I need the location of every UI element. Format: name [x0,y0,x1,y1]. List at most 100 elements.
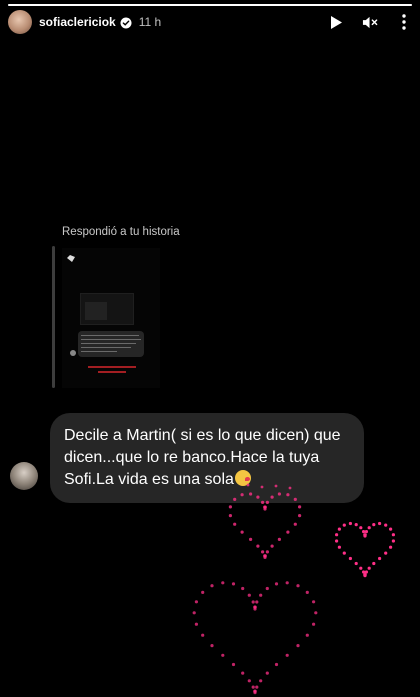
heart-dot [335,533,339,537]
story-controls [328,14,412,30]
verified-badge-icon [120,16,132,29]
heart-dot [221,581,225,585]
username[interactable]: sofiaclericiok [39,15,116,29]
heart-dot [274,662,279,667]
heart-dot [233,522,237,526]
heart-dot [359,526,363,530]
heart-dot [367,566,371,570]
heart-dot [335,539,339,543]
heart-dot [255,600,259,604]
heart-dot [194,622,198,626]
heart-dot [348,521,352,526]
heart-dot [372,523,376,527]
heart-dot [270,544,274,548]
sparkle-icon [66,250,76,262]
heart-dot [342,523,346,527]
heart-dot [249,492,253,496]
heart-dot [265,671,269,675]
heart-dot [314,611,318,615]
heart-dot [261,550,265,554]
heart-dot [192,611,196,615]
heart-dot [201,633,205,637]
reply-label: Respondió a tu historia [62,226,180,238]
heart-dot [247,593,251,597]
heart-dot [378,556,382,561]
heart-dot [251,600,255,604]
heart-dot [348,556,352,561]
heart-dot [256,495,260,499]
heart-dot [256,544,260,548]
thumb-caption-line [98,371,126,373]
message-text: Decile a Martin( si es lo que dicen) que… [64,427,341,488]
heart-dot [293,497,297,501]
heart-dot [265,500,269,504]
heart-dot [274,582,279,586]
heart-dot [253,605,257,609]
more-icon[interactable] [396,14,412,30]
heart-dot [389,545,393,549]
post-time: 11 h [138,15,162,29]
heart-dot [298,514,302,518]
heart-dot [312,622,316,626]
heart-dot [312,600,316,604]
heart-dot [305,633,309,637]
heart-dot [240,530,244,534]
heart-dot [286,493,290,497]
heart-dot [384,523,388,527]
heart-dot [201,590,205,594]
heart-dot [378,521,382,526]
heart-dot [342,551,346,555]
story-thumbnail[interactable] [62,248,160,388]
heart-dot [228,505,232,509]
story-progress-fill [8,4,412,6]
heart-dot [251,685,255,689]
thumb-screenshot [80,293,134,325]
heart-dot [246,483,250,487]
thumb-caption-line [88,366,136,368]
mute-icon[interactable] [362,14,378,30]
heart-dot [364,530,368,534]
reply-quote-bar [52,246,55,388]
heart-dot [288,486,292,490]
heart-dot [354,523,358,527]
story-header: sofiaclericiok 11 h [8,10,412,34]
heart-dot [259,593,263,597]
heart-dot [296,644,300,648]
heart-dot [362,570,366,574]
heart-dot [277,537,281,541]
heart-dot [337,545,341,549]
heart-dot [255,685,259,689]
hearts-decoration [192,483,395,695]
heart-dot [274,484,278,488]
heart-dot [286,530,290,534]
heart-dot [228,514,232,518]
heart-dot [285,653,289,657]
heart-dot [363,533,367,537]
heart-dot [253,689,257,693]
heart-dot [261,500,265,504]
heart-dot [221,653,225,657]
heart-dot [265,550,269,554]
heart-dot [362,530,366,534]
avatar[interactable] [8,10,32,34]
heart-dot [231,582,236,586]
heart-dot [367,526,371,530]
heart-dot [293,522,297,526]
heart-dot [210,584,214,588]
heart-dot [240,493,244,497]
play-icon[interactable] [328,14,344,30]
heart-dot [260,485,264,489]
heart-dot [259,679,263,683]
thumb-avatar [70,350,76,356]
heart-dot [305,590,309,594]
heart-dot [384,551,388,555]
heart-dot [372,561,376,566]
heart-dot [233,497,237,501]
heart-dot [249,537,253,541]
heart-dot [210,644,214,648]
heart-dot [194,600,198,604]
heart-dot [263,554,267,558]
heart-dot [389,527,393,531]
heart-dot [241,671,245,675]
heart-dot [359,566,363,570]
